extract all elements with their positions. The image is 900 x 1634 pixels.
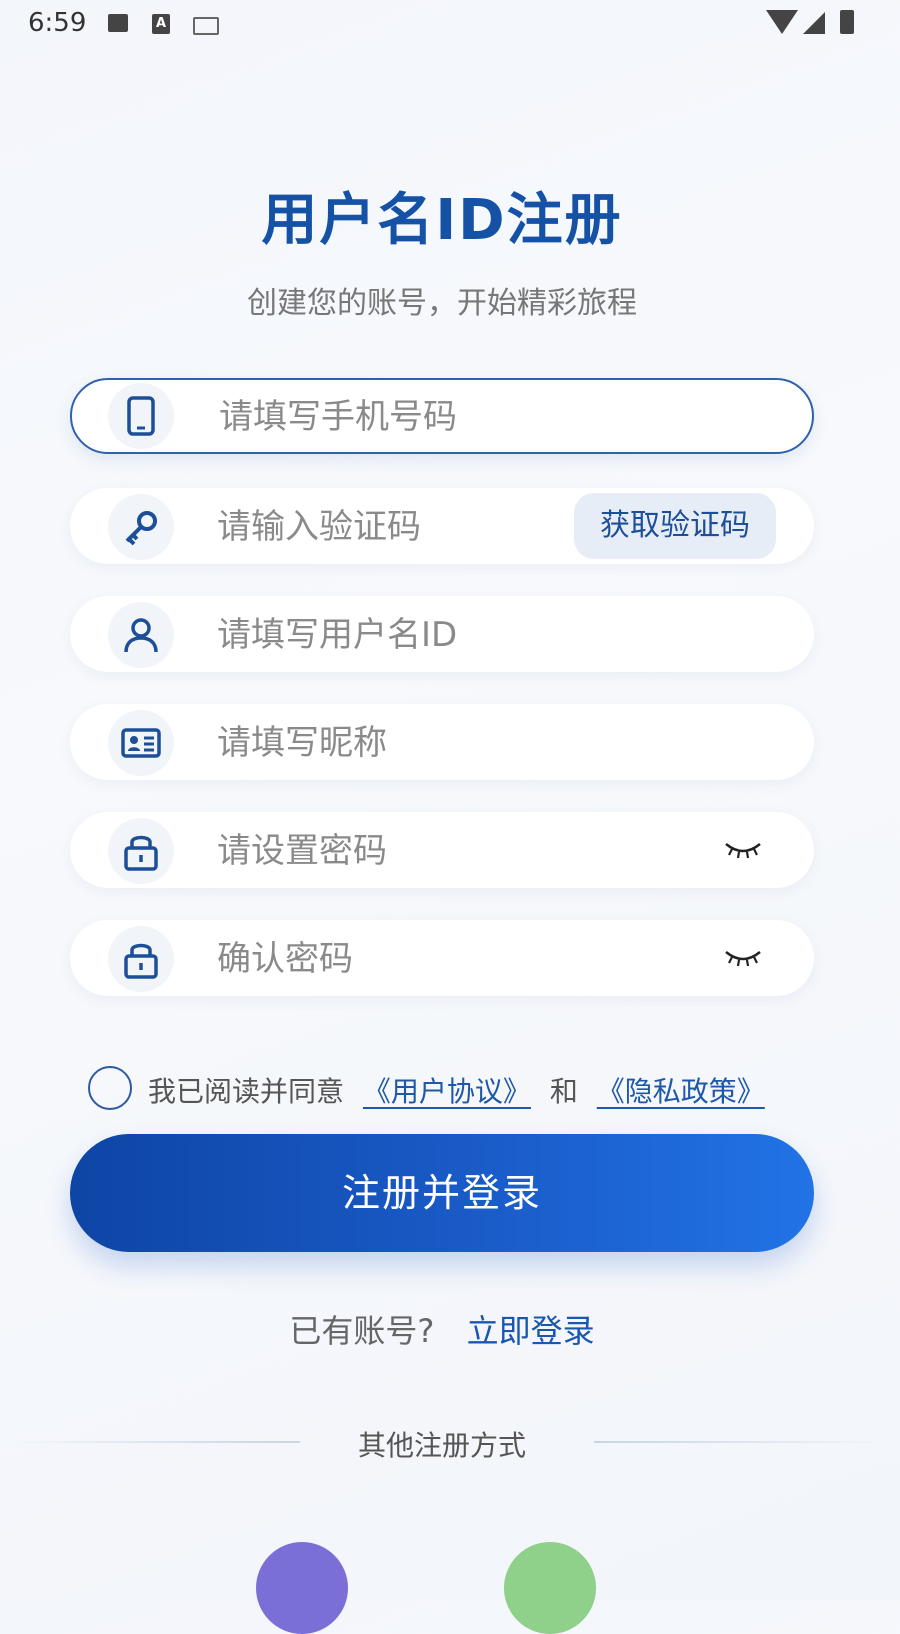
password-input[interactable] — [215, 812, 599, 890]
id-card-icon — [108, 710, 174, 776]
image-icon — [108, 14, 128, 32]
agreement-and: 和 — [549, 1075, 578, 1108]
password-field[interactable] — [70, 812, 814, 890]
eye-closed-icon[interactable] — [724, 838, 762, 862]
wifi-icon — [766, 10, 798, 34]
nickname-field[interactable] — [70, 704, 814, 782]
username-input[interactable] — [215, 596, 599, 674]
status-bar: 6:59 A — [0, 0, 900, 50]
battery-icon — [840, 10, 854, 34]
agreement-checkbox[interactable] — [88, 1066, 132, 1110]
code-input[interactable] — [215, 488, 599, 566]
other-methods-row: 其他注册方式 — [0, 1424, 884, 1464]
register-button[interactable]: 注册并登录 — [70, 1134, 814, 1252]
username-field[interactable] — [70, 596, 814, 674]
phone-field[interactable] — [70, 378, 814, 456]
a-icon: A — [152, 14, 170, 34]
eye-closed-icon[interactable] — [724, 946, 762, 970]
user-icon — [108, 602, 174, 668]
social-login-button[interactable] — [256, 1542, 348, 1634]
status-time: 6:59 — [28, 8, 87, 38]
login-link[interactable]: 立即登录 — [467, 1312, 595, 1350]
phone-icon — [108, 383, 174, 449]
divider — [594, 1441, 884, 1443]
keyboard-icon — [193, 17, 219, 35]
social-login-button[interactable] — [504, 1542, 596, 1634]
phone-input[interactable] — [217, 378, 601, 456]
signal-icon — [803, 12, 825, 34]
key-icon — [108, 494, 174, 560]
confirm-password-input[interactable] — [215, 920, 599, 998]
lock-icon — [108, 926, 174, 992]
other-methods-label: 其他注册方式 — [357, 1429, 526, 1462]
code-field[interactable]: 获取验证码 — [70, 488, 814, 566]
page-subtitle: 创建您的账号，开始精彩旅程 — [247, 286, 637, 321]
login-row: 已有账号? 立即登录 — [0, 1306, 884, 1352]
agreement-prefix: 我已阅读并同意 — [148, 1075, 345, 1108]
get-code-button[interactable]: 获取验证码 — [574, 493, 776, 559]
agreement-row: 我已阅读并同意 《用户协议》 和 《隐私政策》 — [88, 1066, 848, 1110]
login-label: 已有账号? — [289, 1312, 435, 1350]
nickname-input[interactable] — [215, 704, 599, 782]
lock-icon — [108, 818, 174, 884]
confirm-password-field[interactable] — [70, 920, 814, 998]
user-agreement-link[interactable]: 《用户协议》 — [363, 1075, 531, 1108]
page-title: 用户名ID注册 — [261, 188, 623, 253]
agreement-text: 我已阅读并同意 《用户协议》 和 《隐私政策》 — [148, 1070, 775, 1110]
privacy-policy-link[interactable]: 《隐私政策》 — [597, 1075, 765, 1108]
